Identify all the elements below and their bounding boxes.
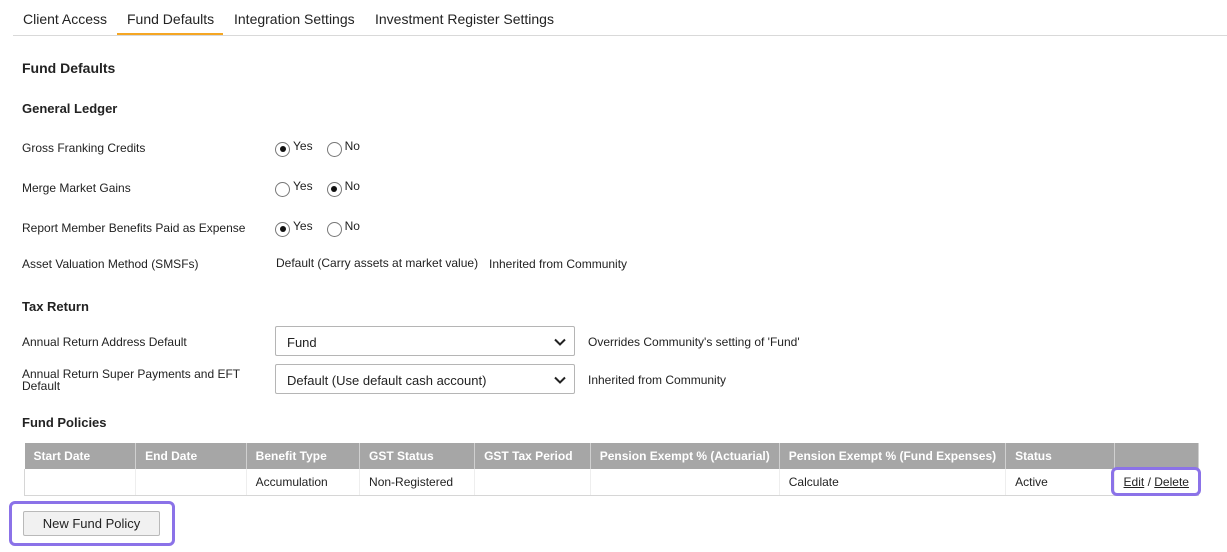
fund-policies-table: Start Date End Date Benefit Type GST Sta… <box>23 443 1200 496</box>
super-payments-note: Inherited from Community <box>588 373 727 387</box>
gross-franking-no-option[interactable]: No <box>326 139 360 157</box>
radio-yes-label: Yes <box>293 139 313 153</box>
asset-valuation-value: Default (Carry assets at market value) <box>276 256 479 270</box>
page-title: Fund Defaults <box>22 60 116 76</box>
address-default-select[interactable]: Fund <box>275 326 575 356</box>
report-member-yes-option[interactable]: Yes <box>275 219 313 237</box>
address-default-label: Annual Return Address Default <box>22 335 187 349</box>
merge-market-label: Merge Market Gains <box>22 181 131 195</box>
address-default-value: Fund <box>287 335 317 350</box>
column-header: Start Date <box>24 443 137 469</box>
gross-franking-label: Gross Franking Credits <box>22 141 146 155</box>
cell-pension-actuarial <box>590 469 780 496</box>
radio-unchecked-icon[interactable] <box>275 181 290 197</box>
cell-status: Active <box>1005 469 1115 496</box>
tab-investment-register-settings[interactable]: Investment Register Settings <box>375 11 554 27</box>
radio-checked-icon[interactable] <box>275 221 290 237</box>
column-header: End Date <box>135 443 247 469</box>
tab-bar: Client Access Fund Defaults Integration … <box>13 0 1227 36</box>
active-tab-indicator <box>117 33 223 35</box>
radio-unchecked-icon[interactable] <box>326 141 342 157</box>
report-member-no-option[interactable]: No <box>326 219 360 237</box>
chevron-down-icon <box>554 338 566 346</box>
tab-fund-defaults[interactable]: Fund Defaults <box>127 11 214 27</box>
general-ledger-heading: General Ledger <box>22 101 118 116</box>
column-header: Pension Exempt % (Actuarial) <box>590 443 780 469</box>
radio-no-label: No <box>344 179 360 193</box>
super-payments-label: Annual Return Super Payments and EFT Def… <box>22 367 240 393</box>
new-policy-highlight-box <box>9 501 175 546</box>
radio-yes-label: Yes <box>293 179 313 193</box>
radio-unchecked-icon[interactable] <box>326 221 342 237</box>
cell-start-date <box>23 469 137 496</box>
report-member-label: Report Member Benefits Paid as Expense <box>22 221 246 235</box>
merge-market-no-option[interactable]: No <box>326 179 360 197</box>
cell-end-date <box>135 469 247 496</box>
address-default-note: Overrides Community's setting of 'Fund' <box>588 335 800 349</box>
column-header-actions <box>1114 443 1200 469</box>
table-row: Accumulation Non-Registered Calculate Ac… <box>23 469 1200 496</box>
tab-integration-settings[interactable]: Integration Settings <box>234 11 355 27</box>
actions-highlight-box <box>1111 467 1201 496</box>
column-header: Benefit Type <box>246 443 361 469</box>
tab-client-access[interactable]: Client Access <box>23 11 107 27</box>
asset-valuation-label: Asset Valuation Method (SMSFs) <box>22 257 199 271</box>
cell-gst-tax-period <box>474 469 591 496</box>
column-header: Pension Exempt % (Fund Expenses) <box>779 443 1007 469</box>
radio-checked-icon[interactable] <box>326 181 342 197</box>
asset-valuation-note: Inherited from Community <box>489 257 628 271</box>
gross-franking-yes-option[interactable]: Yes <box>275 139 313 157</box>
radio-checked-icon[interactable] <box>275 141 290 157</box>
tax-return-heading: Tax Return <box>22 299 89 314</box>
super-payments-value: Default (Use default cash account) <box>287 373 487 388</box>
table-header-row: Start Date End Date Benefit Type GST Sta… <box>24 443 1200 469</box>
column-header: GST Tax Period <box>474 443 591 469</box>
fund-policies-heading: Fund Policies <box>22 415 107 430</box>
column-header: GST Status <box>359 443 476 469</box>
merge-market-yes-option[interactable]: Yes <box>275 179 313 197</box>
radio-yes-label: Yes <box>293 219 313 233</box>
cell-pension-fund-expenses: Calculate <box>779 469 1007 496</box>
gross-franking-radio-group: Yes No <box>275 139 374 157</box>
cell-gst-status: Non-Registered <box>359 469 476 496</box>
radio-no-label: No <box>344 139 360 153</box>
column-header: Status <box>1005 443 1115 469</box>
report-member-radio-group: Yes No <box>275 219 374 237</box>
cell-benefit-type: Accumulation <box>246 469 361 496</box>
super-payments-select[interactable]: Default (Use default cash account) <box>275 364 575 394</box>
chevron-down-icon <box>554 376 566 384</box>
merge-market-radio-group: Yes No <box>275 179 374 197</box>
radio-no-label: No <box>344 219 360 233</box>
